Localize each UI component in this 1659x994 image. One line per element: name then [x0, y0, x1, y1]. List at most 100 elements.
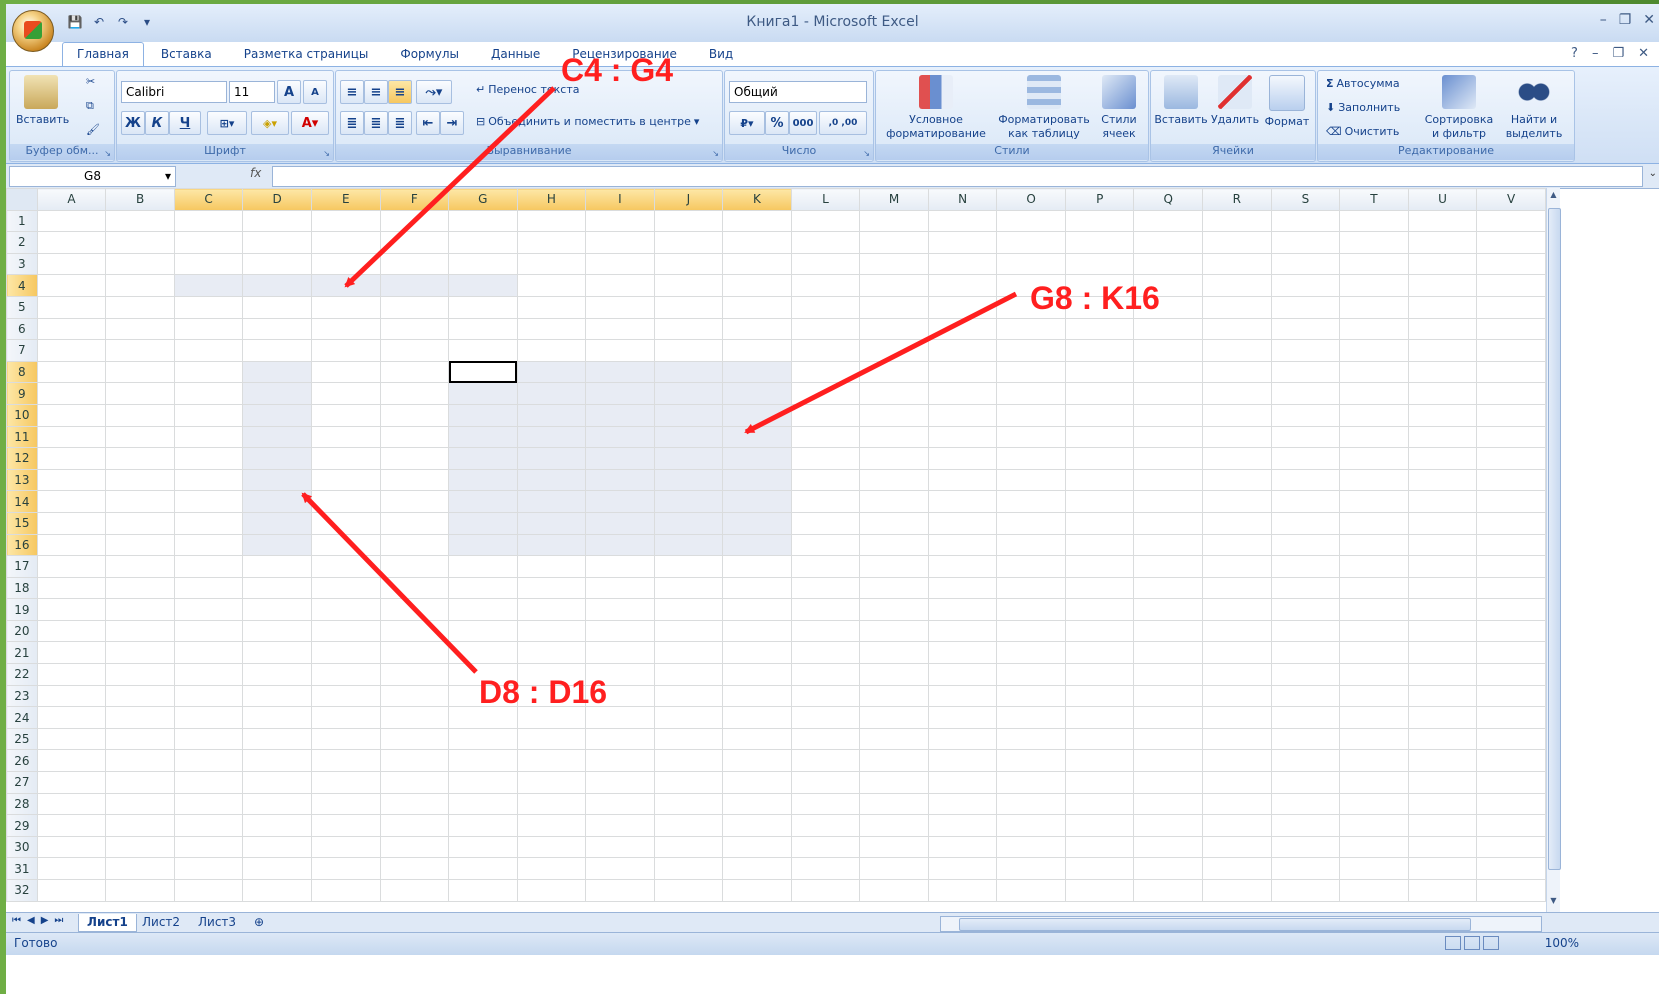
cell[interactable] [448, 468, 518, 492]
cell[interactable] [1133, 382, 1204, 405]
font-launcher-icon[interactable]: ↘ [323, 149, 330, 158]
cell[interactable] [790, 231, 861, 254]
fx-icon[interactable]: fx [250, 166, 261, 180]
cell[interactable] [1476, 231, 1546, 254]
cell[interactable] [1064, 403, 1135, 427]
cell[interactable] [790, 727, 861, 751]
cell[interactable] [1339, 382, 1409, 405]
cell[interactable] [379, 274, 450, 297]
cell[interactable] [1202, 252, 1272, 276]
cell[interactable] [653, 684, 724, 708]
cell[interactable] [242, 792, 312, 816]
cell[interactable] [242, 403, 312, 427]
cell[interactable] [790, 468, 861, 492]
thousands-button[interactable]: 000 [789, 111, 817, 135]
cell[interactable] [105, 274, 175, 297]
cell[interactable] [585, 317, 655, 341]
cell[interactable] [105, 706, 175, 729]
cell[interactable] [585, 619, 655, 643]
cell[interactable] [36, 879, 107, 902]
cell[interactable] [859, 576, 929, 600]
bold-button[interactable]: Ж [121, 111, 145, 135]
cell[interactable] [653, 231, 724, 254]
cell[interactable] [1202, 425, 1272, 449]
cell[interactable] [242, 360, 312, 384]
cell[interactable] [1202, 879, 1272, 902]
cell[interactable] [379, 468, 450, 492]
cell[interactable] [859, 879, 929, 902]
cell[interactable] [516, 879, 587, 902]
cell[interactable] [722, 382, 792, 405]
cell[interactable] [1133, 447, 1204, 470]
cell[interactable] [379, 511, 450, 535]
cell[interactable] [1407, 619, 1478, 643]
cell[interactable] [173, 835, 244, 859]
cell[interactable] [1064, 771, 1135, 794]
cell[interactable] [722, 641, 792, 665]
cell[interactable] [1202, 771, 1272, 794]
cell[interactable] [1133, 339, 1204, 362]
cell[interactable] [859, 706, 929, 729]
cell[interactable] [927, 511, 998, 535]
cell[interactable] [1339, 295, 1409, 319]
cell[interactable] [36, 835, 107, 859]
cell[interactable] [1476, 771, 1546, 794]
cell[interactable] [1339, 749, 1409, 773]
cell[interactable] [310, 555, 381, 578]
cell[interactable] [1407, 857, 1478, 880]
find-select-button[interactable]: Найти и выделить [1498, 75, 1570, 141]
cell[interactable] [310, 447, 381, 470]
cell[interactable] [310, 209, 381, 233]
cell[interactable] [105, 231, 175, 254]
cell[interactable] [996, 814, 1066, 837]
cell[interactable] [448, 598, 518, 621]
cell[interactable] [242, 382, 312, 405]
cell[interactable] [927, 663, 998, 686]
cell[interactable] [448, 252, 518, 276]
cell[interactable] [1407, 835, 1478, 859]
cell[interactable] [379, 339, 450, 362]
delete-cells-button[interactable]: Удалить [1209, 75, 1261, 127]
cell[interactable] [105, 339, 175, 362]
cell[interactable] [1270, 857, 1341, 880]
cell[interactable] [653, 598, 724, 621]
cell[interactable] [516, 555, 587, 578]
cell[interactable] [790, 576, 861, 600]
cell[interactable] [448, 382, 518, 405]
cell[interactable] [173, 382, 244, 405]
cell[interactable] [516, 490, 587, 513]
row-header[interactable]: 3 [6, 252, 38, 276]
cell[interactable] [105, 382, 175, 405]
cell[interactable] [927, 490, 998, 513]
cell[interactable] [310, 792, 381, 816]
cell[interactable] [516, 619, 587, 643]
row-header[interactable]: 20 [6, 619, 38, 643]
font-size-select[interactable]: 11 [229, 81, 275, 103]
cell[interactable] [310, 663, 381, 686]
cell[interactable] [36, 403, 107, 427]
cell[interactable] [1133, 771, 1204, 794]
cell[interactable] [722, 252, 792, 276]
italic-button[interactable]: К [145, 111, 169, 135]
cell[interactable] [996, 555, 1066, 578]
cell[interactable] [790, 511, 861, 535]
cell[interactable] [242, 468, 312, 492]
cell[interactable] [1270, 360, 1341, 384]
cell[interactable] [448, 857, 518, 880]
cell[interactable] [105, 252, 175, 276]
cell[interactable] [1133, 879, 1204, 902]
column-header[interactable]: P [1064, 188, 1135, 211]
cell[interactable] [105, 576, 175, 600]
page-layout-view-icon[interactable] [1464, 936, 1480, 950]
cell[interactable] [448, 403, 518, 427]
cell[interactable] [173, 771, 244, 794]
cell[interactable] [1476, 360, 1546, 384]
percent-button[interactable]: % [765, 111, 789, 135]
cell[interactable] [36, 749, 107, 773]
cell[interactable] [1339, 252, 1409, 276]
cell[interactable] [859, 857, 929, 880]
row-header[interactable]: 19 [6, 598, 38, 621]
cell[interactable] [242, 684, 312, 708]
cell[interactable] [585, 252, 655, 276]
column-header[interactable]: S [1270, 188, 1341, 211]
